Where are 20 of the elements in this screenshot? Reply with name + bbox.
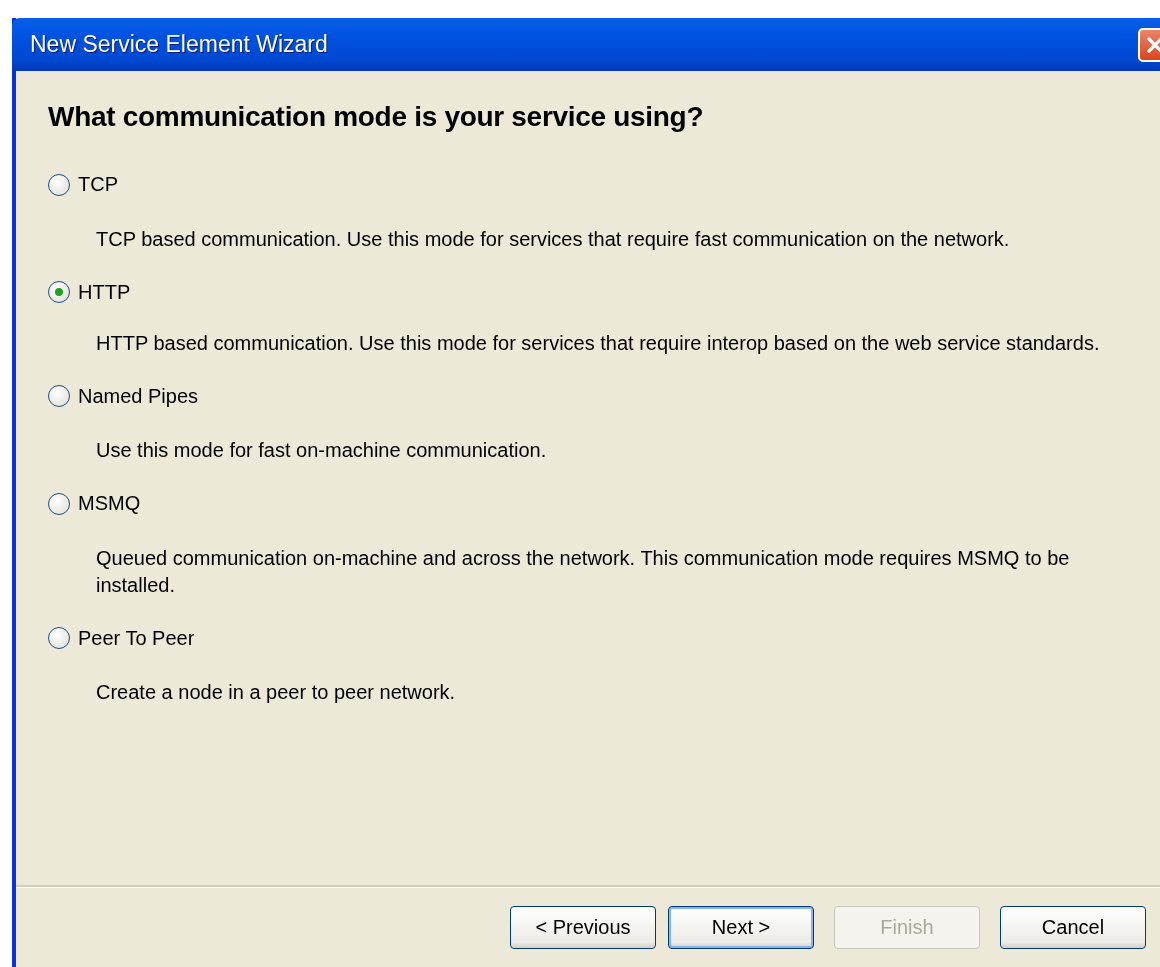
wizard-heading: What communication mode is your service using? bbox=[48, 101, 705, 133]
option-description: HTTP based communication. Use this mode for services that require interop based on the web service standards. bbox=[96, 330, 1101, 356]
option-description: Queued communication on-machine and across the network. This communication mode requires MSMQ to be installed. bbox=[96, 545, 1071, 598]
radio-option[interactable]: HTTP bbox=[48, 280, 131, 304]
radio-option[interactable]: MSMQ bbox=[48, 492, 141, 515]
radio-button[interactable] bbox=[48, 173, 70, 196]
wizard-button[interactable]: < Previous bbox=[510, 905, 656, 949]
option-description: Create a node in a peer to peer network. bbox=[96, 680, 457, 705]
radio-option[interactable]: TCP bbox=[48, 173, 118, 196]
wizard-button[interactable]: Next > bbox=[668, 905, 814, 949]
wizard-button[interactable]: Cancel bbox=[1000, 905, 1146, 949]
radio-button[interactable] bbox=[48, 492, 70, 515]
radio-option[interactable]: Peer To Peer bbox=[48, 626, 195, 650]
option-description: TCP based communication. Use this mode for services that require fast communication on the network. bbox=[96, 226, 1011, 252]
radio-button[interactable] bbox=[48, 627, 70, 649]
radio-button[interactable] bbox=[48, 281, 70, 303]
radio-option[interactable]: Named Pipes bbox=[48, 384, 199, 408]
window-title: New Service Element Wizard bbox=[29, 31, 328, 58]
radio-button[interactable] bbox=[48, 385, 70, 407]
option-description: Use this mode for fast on-machine communication. bbox=[96, 438, 548, 463]
